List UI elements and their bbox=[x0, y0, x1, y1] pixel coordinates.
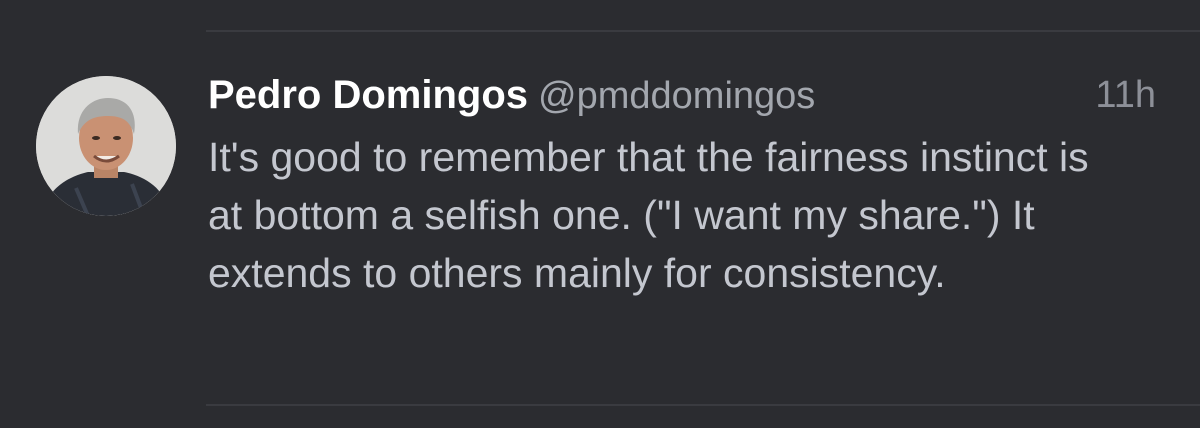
divider-bottom bbox=[206, 404, 1200, 406]
tweet-content: Pedro Domingos @pmddomingos 11h It's good… bbox=[208, 70, 1168, 302]
avatar-photo-icon bbox=[36, 76, 176, 216]
author-handle[interactable]: @pmddomingos bbox=[538, 75, 815, 117]
tweet-card[interactable]: Pedro Domingos @pmddomingos 11h It's good… bbox=[0, 32, 1200, 404]
tweet-text: It's good to remember that the fairness … bbox=[208, 134, 1089, 296]
author-display-name[interactable]: Pedro Domingos bbox=[208, 73, 528, 117]
tweet-timestamp[interactable]: 11h bbox=[1095, 70, 1156, 120]
tweet-header: Pedro Domingos @pmddomingos 11h bbox=[208, 70, 1168, 128]
avatar[interactable] bbox=[36, 76, 176, 216]
